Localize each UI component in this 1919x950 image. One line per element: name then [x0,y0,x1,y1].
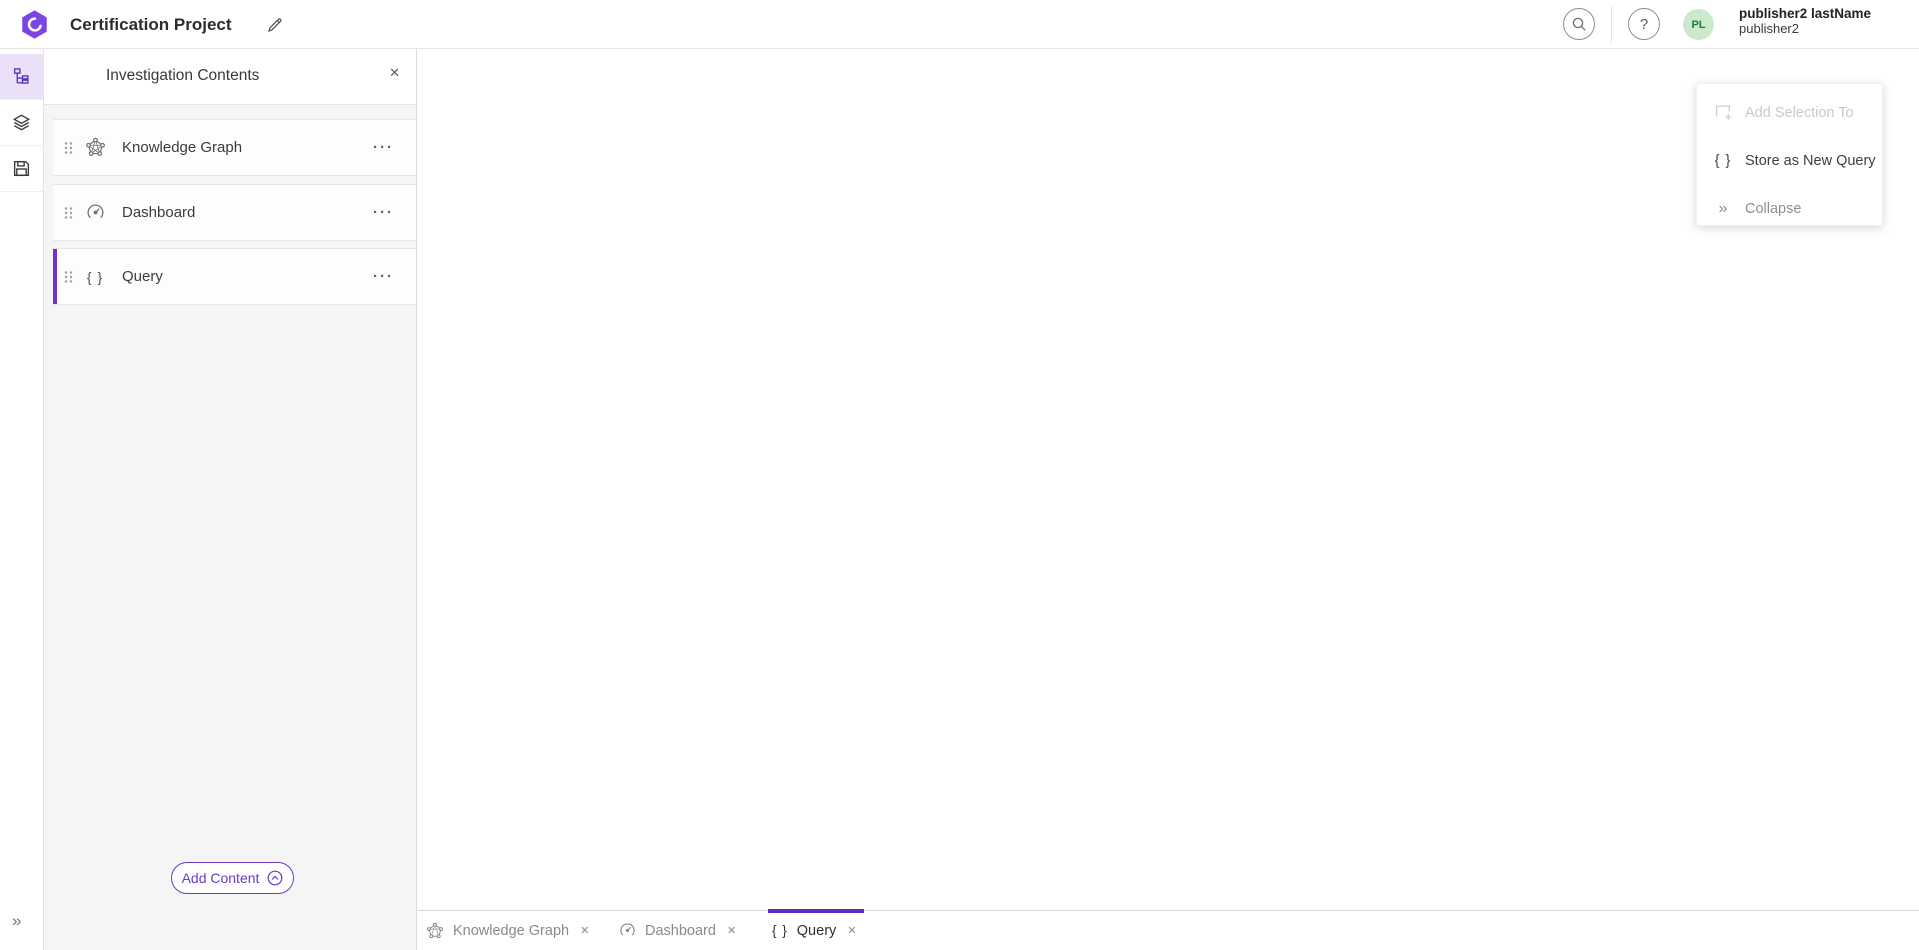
avatar[interactable]: PL [1683,9,1714,40]
topbar: Certification Project ? PL publisher2 la… [0,0,1919,49]
dashboard-gauge-icon [619,922,636,939]
hierarchy-icon [12,67,31,86]
dashboard-gauge-icon [82,203,108,222]
tab-knowledge-graph[interactable]: Knowledge Graph ✕ [426,911,591,950]
rail-item-layers[interactable] [0,100,43,146]
overflow-menu-icon[interactable]: ··· [373,139,394,156]
tab-label: Dashboard [645,923,716,939]
panel-close-button[interactable]: ✕ [389,65,400,81]
drag-handle-icon[interactable] [62,270,74,284]
panel-item-dashboard[interactable]: Dashboard ··· [53,184,416,241]
help-icon: ? [1640,16,1648,33]
collapse-chevrons-icon: » [1712,200,1734,218]
add-content-label: Add Content [182,870,260,886]
knowledge-graph-icon [82,137,108,158]
drag-handle-icon[interactable] [62,141,74,155]
knowledge-graph-icon [426,922,444,940]
overflow-menu-icon[interactable]: ··· [373,268,394,285]
selection-bar [53,249,57,304]
topbar-divider [1611,6,1612,43]
expand-tray-button[interactable]: » [12,911,21,931]
rail-item-save[interactable] [0,146,43,192]
panel-item-query[interactable]: { } Query ··· [53,248,416,305]
menu-item-collapse[interactable]: » Collapse [1697,185,1884,232]
panel-header: Investigation Contents ✕ [44,49,416,105]
tab-query[interactable]: { } Query ✕ [772,911,859,950]
project-title: Certification Project [70,0,232,49]
braces-icon: { } [1712,153,1734,169]
avatar-initials: PL [1691,19,1705,31]
overflow-menu-icon[interactable]: ··· [373,204,394,221]
tab-dashboard[interactable]: Dashboard ✕ [619,911,738,950]
selection-bar [53,120,57,175]
panel-title: Investigation Contents [106,67,259,85]
menu-item-add-selection-to[interactable]: Add Selection To [1697,89,1884,136]
left-rail: » [0,49,44,950]
panel-item-label: Query [122,268,163,285]
add-content-button[interactable]: Add Content [171,862,294,894]
tab-label: Query [797,923,837,939]
user-subtitle: publisher2 [1739,22,1871,37]
user-menu[interactable]: publisher2 lastName publisher2 [1739,6,1871,36]
tab-close-icon[interactable]: ✕ [845,922,858,939]
query-context-menu: Add Selection To { } Store as New Query … [1696,83,1883,226]
help-button[interactable]: ? [1628,8,1660,40]
expand-chevrons-icon: » [12,911,21,930]
save-icon [12,159,31,178]
panel-item-knowledge-graph[interactable]: Knowledge Graph ··· [53,119,416,176]
panel-item-label: Knowledge Graph [122,139,242,156]
investigation-contents-panel: Investigation Contents ✕ Knowledge Graph… [44,49,417,950]
selection-bar [53,185,57,240]
search-button[interactable] [1563,8,1595,40]
app-root: Certification Project ? PL publisher2 la… [0,0,1919,950]
braces-icon: { } [772,923,788,938]
main-content [417,49,1919,910]
rail-item-investigation-contents[interactable] [0,54,43,100]
edit-title-button[interactable] [262,12,288,38]
bottom-tab-bar: Knowledge Graph ✕ Dashboard ✕ { } Query … [418,910,1919,950]
tab-close-icon[interactable]: ✕ [725,922,738,939]
app-logo-icon [20,10,49,39]
braces-icon: { } [82,269,108,285]
panel-item-label: Dashboard [122,204,195,221]
caret-up-circle-icon [267,870,283,886]
drag-handle-icon[interactable] [62,206,74,220]
search-icon [1571,16,1588,33]
pencil-icon [266,16,284,34]
tab-label: Knowledge Graph [453,923,569,939]
close-icon: ✕ [389,65,400,80]
tab-close-icon[interactable]: ✕ [578,922,591,939]
user-name: publisher2 lastName [1739,6,1871,22]
layers-icon [12,113,31,132]
add-selection-icon [1712,103,1734,122]
menu-item-store-as-new-query[interactable]: { } Store as New Query [1697,137,1884,184]
